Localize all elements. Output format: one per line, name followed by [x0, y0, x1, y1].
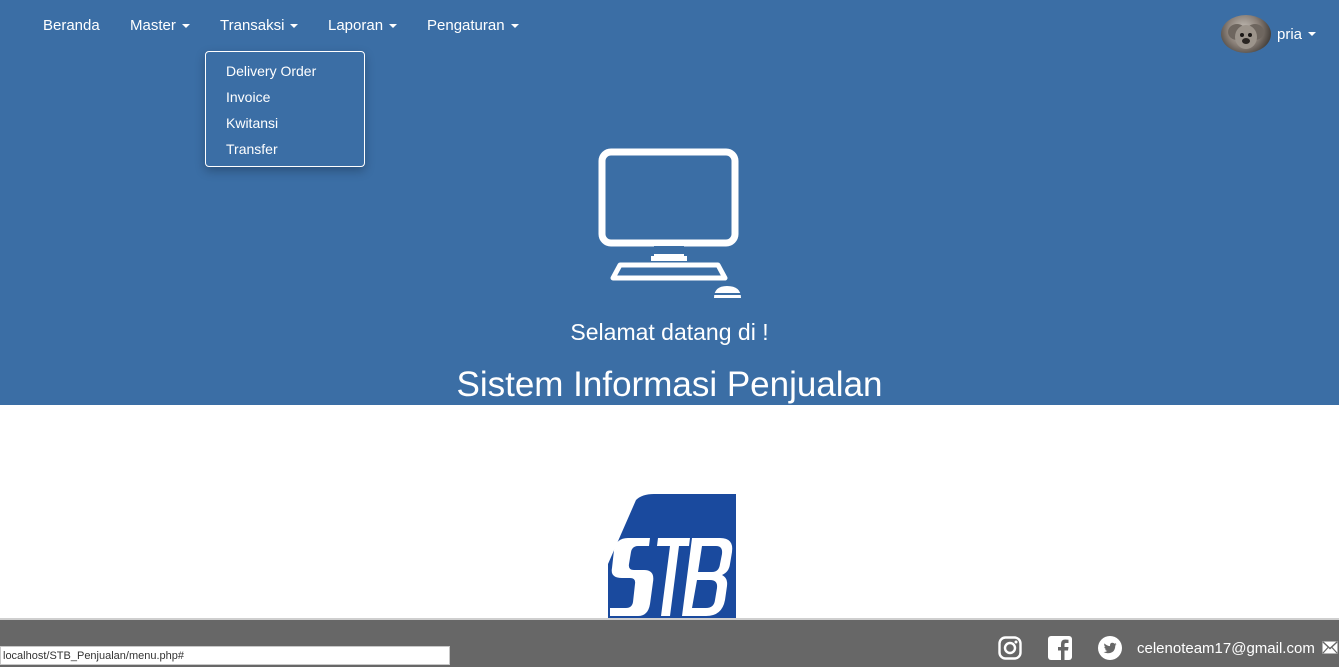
nav-item-pengaturan[interactable]: Pengaturan	[427, 17, 519, 34]
facebook-icon[interactable]	[1048, 636, 1072, 665]
caret-down-icon	[290, 24, 299, 29]
caret-down-icon	[181, 24, 190, 29]
stb-logo-graphic	[608, 494, 736, 618]
avatar-image-icon	[1228, 24, 1264, 49]
user-menu[interactable]: pria	[1221, 15, 1317, 53]
twitter-icon[interactable]	[1098, 636, 1122, 665]
status-bar-url: localhost/STB_Penjualan/menu.php#	[3, 650, 185, 662]
transaksi-dropdown-menu: Delivery Order Invoice Kwitansi Transfer	[205, 51, 365, 167]
dropdown-item-kwitansi[interactable]: Kwitansi	[226, 115, 278, 131]
desktop-computer-icon	[598, 148, 744, 307]
caret-down-icon	[510, 24, 519, 29]
nav-item-label: Beranda	[43, 17, 100, 34]
footer-email-text: celenoteam17@gmail.com	[1137, 640, 1315, 657]
nav-item-beranda[interactable]: Beranda	[43, 17, 100, 34]
nav-item-label: Master	[130, 17, 176, 34]
instagram-icon[interactable]	[998, 636, 1022, 665]
dropdown-item-transfer[interactable]: Transfer	[226, 141, 278, 157]
nav-item-label: Laporan	[328, 17, 384, 34]
browser-status-bar: localhost/STB_Penjualan/menu.php#	[0, 646, 450, 665]
avatar	[1221, 15, 1271, 53]
welcome-text: Selamat datang di !	[570, 319, 769, 345]
nav-item-master[interactable]: Master	[130, 17, 190, 34]
system-title: Sistem Informasi Penjualan	[456, 365, 883, 404]
top-navbar: Beranda Master Transaksi Laporan Pengatu…	[0, 0, 1339, 53]
stb-logo	[608, 494, 736, 618]
caret-down-icon	[389, 24, 398, 29]
nav-item-label: Pengaturan	[427, 17, 505, 34]
nav-item-label: Transaksi	[220, 17, 285, 34]
envelope-icon	[1322, 641, 1338, 654]
dropdown-item-delivery-order[interactable]: Delivery Order	[226, 63, 316, 79]
dropdown-item-invoice[interactable]: Invoice	[226, 89, 270, 105]
caret-down-icon	[1308, 32, 1317, 36]
footer-email[interactable]: celenoteam17@gmail.com	[1137, 640, 1338, 657]
nav-item-transaksi[interactable]: Transaksi	[220, 17, 299, 34]
hero-section: Beranda Master Transaksi Laporan Pengatu…	[0, 0, 1339, 405]
user-name: pria	[1277, 25, 1303, 43]
nav-item-laporan[interactable]: Laporan	[328, 17, 398, 34]
